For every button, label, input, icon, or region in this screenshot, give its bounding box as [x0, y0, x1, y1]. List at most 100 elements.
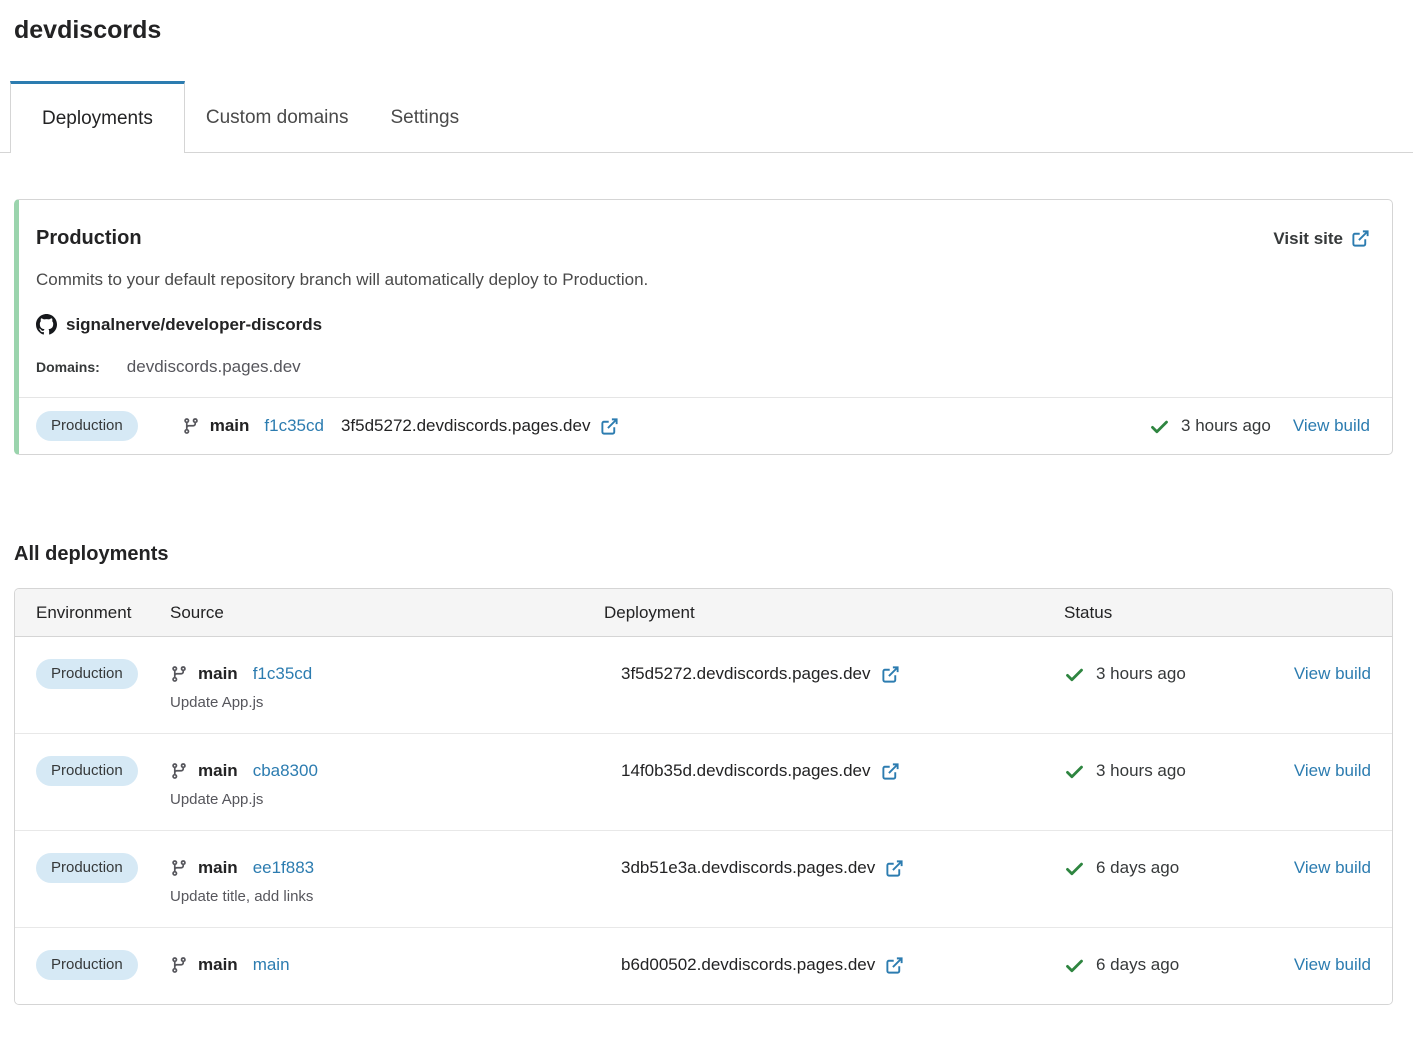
check-icon [1064, 664, 1085, 685]
commit-message: Update title, add links [170, 887, 604, 907]
environment-badge: Production [36, 411, 138, 441]
commit-link[interactable]: f1c35cd [264, 416, 324, 436]
deployment-cell: 3f5d5272.devdiscords.pages.dev [621, 659, 1064, 689]
environment-cell: Production [36, 853, 170, 883]
status-time: 3 hours ago [1096, 664, 1186, 684]
status-cell: 6 days ago View build [1064, 950, 1371, 980]
branch-name: main [198, 858, 238, 878]
table-row: Production main cba8300 Update App.js 14… [15, 734, 1392, 831]
check-icon [1064, 955, 1085, 976]
column-header-deployment: Deployment [604, 603, 1064, 623]
domains-value: devdiscords.pages.dev [127, 357, 301, 377]
production-card-title: Production [36, 227, 142, 250]
domains-label: Domains: [36, 359, 100, 375]
environment-badge: Production [36, 950, 138, 980]
column-header-environment: Environment [36, 603, 170, 623]
deployment-url: b6d00502.devdiscords.pages.dev [621, 955, 875, 975]
source-cell: main cba8300 Update App.js [170, 756, 604, 810]
view-build-link[interactable]: View build [1294, 761, 1371, 781]
source-group: main cba8300 [170, 756, 604, 786]
git-branch-icon [182, 417, 200, 435]
production-card: Production Visit site Commits to your de… [14, 199, 1393, 455]
status-time: 3 hours ago [1181, 416, 1271, 436]
git-branch-icon [170, 762, 188, 780]
visit-site-label: Visit site [1273, 229, 1343, 249]
environment-cell: Production [36, 659, 170, 689]
branch-name: main [198, 761, 238, 781]
git-branch-icon [170, 859, 188, 877]
deployments-table: Environment Source Deployment Status Pro… [14, 588, 1393, 1005]
table-row: Production main ee1f883 Update title, ad… [15, 831, 1392, 928]
source-cell: main f1c35cd Update App.js [170, 659, 604, 713]
commit-link[interactable]: main [253, 955, 290, 975]
branch-name: main [198, 664, 238, 684]
commit-link[interactable]: ee1f883 [253, 858, 314, 878]
git-branch-icon [170, 665, 188, 683]
environment-badge: Production [36, 659, 138, 689]
status-time: 3 hours ago [1096, 761, 1186, 781]
external-link-icon[interactable] [881, 762, 900, 781]
source-group: main main [170, 950, 604, 980]
status-group: 3 hours ago [1064, 664, 1186, 685]
check-icon [1149, 416, 1170, 437]
domains-line: Domains: devdiscords.pages.dev [19, 357, 1392, 377]
view-build-link[interactable]: View build [1294, 858, 1371, 878]
repo-line: signalnerve/developer-discords [19, 314, 1392, 335]
source-group: main f1c35cd [170, 659, 604, 689]
source-cell: main main [170, 950, 604, 984]
status-group: 6 days ago [1064, 955, 1179, 976]
page-title: devdiscords [14, 16, 1413, 45]
git-branch-icon [170, 956, 188, 974]
commit-message: Update App.js [170, 693, 604, 713]
status-time: 6 days ago [1096, 858, 1179, 878]
deployment-url: 3db51e3a.devdiscords.pages.dev [621, 858, 875, 878]
table-header-row: Environment Source Deployment Status [15, 589, 1392, 637]
external-link-icon[interactable] [885, 859, 904, 878]
deployment-url: 3f5d5272.devdiscords.pages.dev [341, 416, 591, 436]
status-cell: 3 hours ago View build [1064, 659, 1371, 689]
deployment-cell: 14f0b35d.devdiscords.pages.dev [621, 756, 1064, 786]
view-build-link[interactable]: View build [1294, 955, 1371, 975]
commit-message: Update App.js [170, 790, 604, 810]
check-icon [1064, 761, 1085, 782]
view-build-link[interactable]: View build [1294, 664, 1371, 684]
production-description: Commits to your default repository branc… [19, 270, 1392, 290]
environment-badge: Production [36, 853, 138, 883]
external-link-icon [1351, 229, 1370, 248]
environment-cell: Production [36, 950, 170, 980]
commit-link[interactable]: cba8300 [253, 761, 318, 781]
deployment-url: 14f0b35d.devdiscords.pages.dev [621, 761, 871, 781]
tab-bar: Deployments Custom domains Settings [0, 81, 1413, 153]
all-deployments-title: All deployments [14, 543, 1413, 566]
tab-settings[interactable]: Settings [369, 81, 480, 152]
source-group: main f1c35cd [182, 416, 324, 436]
tab-deployments[interactable]: Deployments [10, 81, 185, 153]
visit-site-link[interactable]: Visit site [1273, 229, 1370, 249]
environment-badge: Production [36, 756, 138, 786]
view-build-link[interactable]: View build [1293, 416, 1370, 436]
external-link-icon[interactable] [881, 665, 900, 684]
status-cell: 3 hours ago View build [1064, 756, 1371, 786]
github-icon [36, 314, 57, 335]
environment-cell: Production [36, 756, 170, 786]
deployment-url-group: 3f5d5272.devdiscords.pages.dev [341, 416, 620, 436]
source-cell: main ee1f883 Update title, add links [170, 853, 604, 907]
external-link-icon[interactable] [600, 417, 619, 436]
commit-link[interactable]: f1c35cd [253, 664, 313, 684]
status-cell: 6 days ago View build [1064, 853, 1371, 883]
source-group: main ee1f883 [170, 853, 604, 883]
table-row: Production main main b6d00502.devdiscord… [15, 928, 1392, 1004]
deployment-cell: b6d00502.devdiscords.pages.dev [621, 950, 1064, 980]
deployment-url: 3f5d5272.devdiscords.pages.dev [621, 664, 871, 684]
repo-name: signalnerve/developer-discords [66, 315, 322, 335]
table-row: Production main f1c35cd Update App.js 3f… [15, 637, 1392, 734]
status-group: 3 hours ago [1064, 761, 1186, 782]
tab-custom-domains[interactable]: Custom domains [185, 81, 370, 152]
column-header-status: Status [1064, 603, 1371, 623]
production-deployment-row: Production main f1c35cd 3f5d5272.devdisc… [19, 397, 1392, 454]
column-header-source: Source [170, 603, 604, 623]
external-link-icon[interactable] [885, 956, 904, 975]
deployment-cell: 3db51e3a.devdiscords.pages.dev [621, 853, 1064, 883]
branch-name: main [198, 955, 238, 975]
status-group: 3 hours ago [1149, 416, 1271, 437]
